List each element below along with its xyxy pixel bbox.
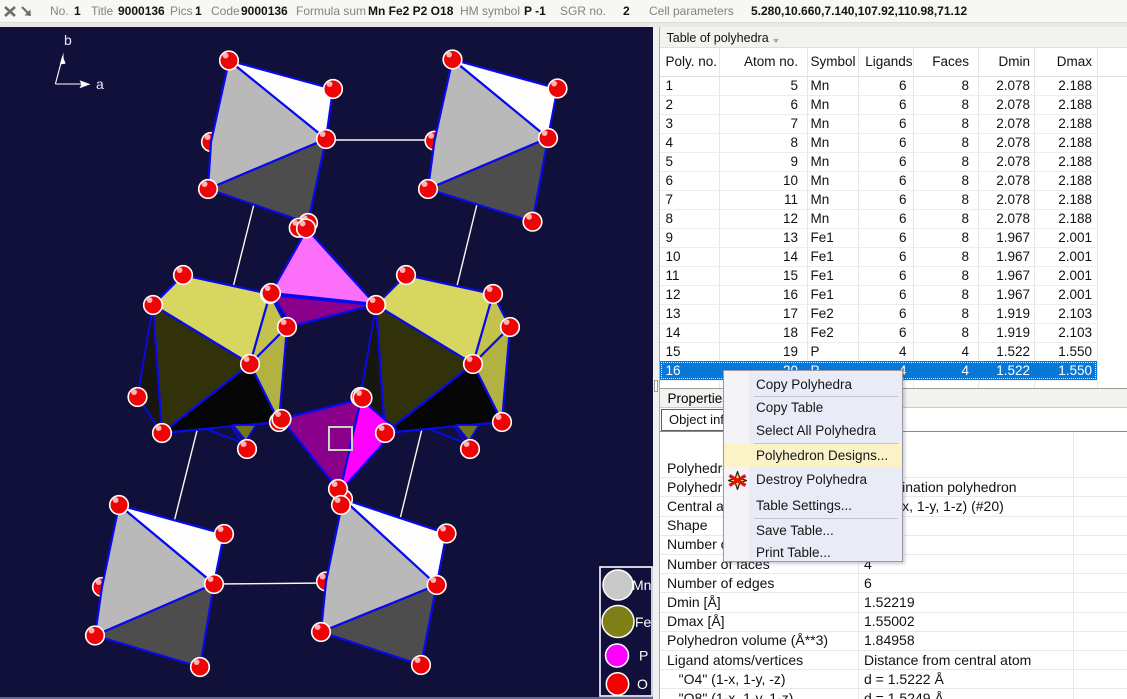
svg-text:O: O (637, 676, 648, 692)
svg-text:a: a (96, 76, 104, 92)
svg-text:Mn: Mn (632, 577, 651, 593)
svg-text:Fe: Fe (635, 614, 652, 630)
svg-text:P: P (639, 648, 648, 664)
svg-text:b: b (64, 32, 72, 48)
